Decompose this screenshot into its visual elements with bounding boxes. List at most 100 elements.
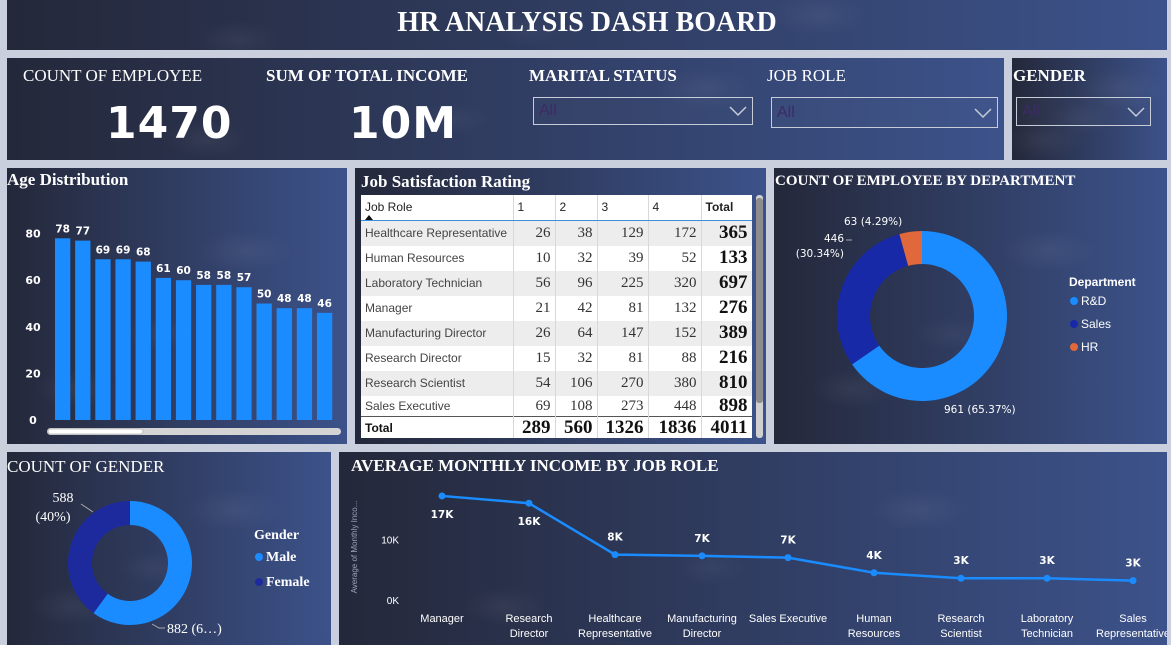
age-distribution-panel: Age Distribution 0 20 40 60 80 78 77 69 69 68 61 60… (7, 168, 347, 444)
y-tick-label: 20 (25, 367, 41, 380)
job-role-value: All (777, 104, 795, 121)
point-data-label: 7K (694, 533, 710, 545)
table-cell: 4011 (701, 415, 752, 438)
table-cell: 42 (555, 295, 598, 321)
legend-dot (1070, 343, 1078, 351)
legend-item-sales[interactable]: Sales (1070, 317, 1111, 331)
gender-value: All (1022, 103, 1040, 120)
table-row[interactable]: Research Scientist 54 106 270 380 810 (361, 370, 752, 396)
table-total-row[interactable]: Total 289 560 1326 1836 4011 (361, 415, 752, 438)
table-cell: 32 (555, 245, 598, 271)
legend-dot (255, 578, 263, 586)
sort-arrow-icon[interactable] (365, 215, 373, 220)
row-label: Research Director (361, 345, 514, 371)
row-label: Healthcare Representative (361, 220, 514, 246)
age-bar (55, 238, 71, 420)
x-tick-label: Scientist (940, 628, 982, 640)
table-cell: 697 (701, 270, 752, 296)
column-header[interactable]: 2 (555, 195, 598, 221)
title-bar: HR ANALYSIS DASH BOARD (7, 0, 1167, 50)
scrollbar-thumb[interactable] (47, 428, 144, 435)
legend-item-hr[interactable]: HR (1070, 340, 1098, 354)
y-tick-label: 60 (25, 274, 41, 287)
x-tick-label: Director (510, 628, 549, 640)
table-cell: 147 (597, 320, 649, 346)
bar-data-label: 68 (136, 247, 151, 259)
bar-data-label: 48 (297, 293, 312, 305)
column-header-job-role[interactable]: Job Role (361, 195, 514, 221)
table-row[interactable]: Manager 21 42 81 132 276 (361, 295, 752, 321)
scrollbar-thumb[interactable] (756, 198, 763, 403)
gender-dropdown[interactable]: All (1016, 97, 1151, 126)
data-point (611, 551, 619, 559)
legend-item-female[interactable]: Female (255, 575, 310, 591)
donut-slice (837, 234, 909, 365)
table-cell: 96 (555, 270, 598, 296)
slice-data-label: 588 (53, 491, 74, 506)
age-bar (316, 312, 333, 420)
table-cell: 52 (648, 245, 702, 271)
gender-donut-chart: 588 (40%) 882 (6…) (36, 491, 223, 637)
table-scrollbar[interactable] (756, 195, 763, 438)
job-role-label: JOB ROLE (767, 66, 846, 85)
table-cell: 898 (701, 395, 752, 416)
table-cell: 26 (513, 220, 556, 246)
table-cell: 276 (701, 295, 752, 321)
income-line-chart: 0K 10K Average of Monthly Inco... 17K 16K 8K 7… (350, 492, 1167, 640)
x-tick-label: Laboratory (1021, 613, 1074, 625)
slice-data-label: 63 (4.29%) (844, 216, 902, 228)
data-point (525, 499, 533, 507)
x-tick-label: Resources (848, 628, 901, 640)
table-row[interactable]: Sales Executive 69 108 273 448 898 (361, 395, 752, 416)
table-row[interactable]: Healthcare Representative 26 38 129 172 365 (361, 220, 752, 246)
bar-data-label: 50 (257, 289, 272, 301)
total-income-label: SUM OF TOTAL INCOME (266, 66, 468, 85)
legend-item-rd[interactable]: R&D (1070, 294, 1106, 308)
data-point (784, 554, 792, 562)
age-bar-chart: 0 20 40 60 80 78 77 69 69 68 61 60 58 58 57 50 48 48 46 (25, 223, 341, 435)
donut-slice (68, 501, 130, 614)
bar-data-label: 60 (176, 265, 191, 277)
table-cell: 56 (513, 270, 556, 296)
bar-data-label: 69 (116, 244, 131, 256)
count-of-employee-label: COUNT OF EMPLOYEE (23, 66, 203, 85)
y-tick-label: 0K (387, 596, 400, 607)
x-tick-label: Representative (1096, 628, 1167, 640)
point-data-label: 3K (1039, 555, 1055, 567)
table-cell: 448 (648, 395, 702, 416)
table-cell: 810 (701, 370, 752, 396)
table-cell: 172 (648, 220, 702, 246)
age-bar (216, 284, 232, 420)
table-cell: 108 (555, 395, 598, 416)
bar-data-label: 46 (317, 298, 332, 310)
bar-data-label: 58 (217, 270, 232, 282)
table-row[interactable]: Human Resources 10 32 39 52 133 (361, 245, 752, 271)
column-header[interactable]: 1 (513, 195, 556, 221)
point-data-label: 4K (866, 550, 882, 562)
slice-data-label: (30.34%) (796, 248, 844, 260)
legend-label: Male (266, 550, 297, 565)
table-row[interactable]: Manufacturing Director 26 64 147 152 389 (361, 320, 752, 346)
age-bar (175, 280, 192, 420)
column-header[interactable]: Total (701, 195, 752, 221)
table-cell: 32 (555, 345, 598, 371)
point-data-label: 16K (518, 516, 542, 528)
legend-item-male[interactable]: Male (255, 550, 296, 566)
legend-dot (255, 553, 263, 561)
job-role-dropdown[interactable]: All (771, 97, 998, 128)
x-tick-label: Sales Executive (749, 613, 827, 625)
gender-legend-title: Gender (254, 528, 300, 543)
marital-status-value: All (539, 102, 557, 119)
column-header[interactable]: 4 (648, 195, 702, 221)
column-header[interactable]: 3 (597, 195, 649, 221)
table-row[interactable]: Research Director 15 32 81 88 216 (361, 345, 752, 371)
table-cell: 69 (513, 395, 556, 416)
table-row[interactable]: Laboratory Technician 56 96 225 320 697 (361, 270, 752, 296)
marital-status-dropdown[interactable]: All (533, 97, 753, 125)
point-data-label: 3K (953, 555, 969, 567)
x-tick-label: Research (505, 613, 552, 625)
table-cell: 1326 (597, 415, 649, 438)
job-satisfaction-title: Job Satisfaction Rating (361, 172, 531, 191)
x-tick-label: Research (937, 613, 984, 625)
legend-label: HR (1081, 340, 1099, 354)
